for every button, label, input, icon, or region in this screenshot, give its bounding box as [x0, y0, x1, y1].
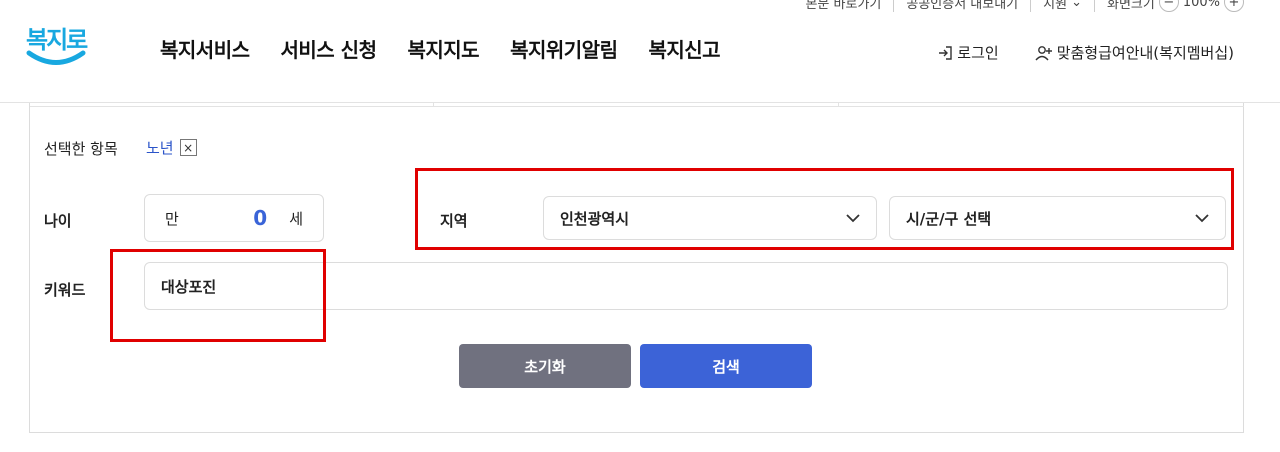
tab-divider — [838, 103, 839, 107]
nav-welfare-map[interactable]: 복지지도 — [407, 34, 479, 63]
export-certificate-link[interactable]: 공공인증서 내보내기 — [894, 0, 1032, 12]
selected-chip-elderly: 노년 × — [146, 137, 197, 158]
search-button[interactable]: 검색 — [640, 344, 812, 388]
panel-tab-strip — [30, 103, 1244, 107]
main-nav: 복지서비스 서비스 신청 복지지도 복지위기알림 복지신고 — [160, 34, 721, 63]
user-add-icon — [1035, 45, 1052, 60]
age-label: 나이 — [44, 212, 72, 230]
site-logo[interactable]: 복지로 — [26, 20, 88, 76]
age-suffix: 세 — [289, 209, 303, 228]
zoom-control: 화면크기 − 100% + — [1095, 0, 1244, 12]
chip-label: 노년 — [146, 139, 174, 157]
selected-items-label: 선택한 항목 — [44, 140, 118, 158]
membership-link[interactable]: 맞춤형급여안내(복지멤버십) — [1035, 42, 1234, 63]
login-link[interactable]: 로그인 — [937, 42, 999, 63]
keyword-highlight-box — [110, 249, 326, 342]
support-menu[interactable]: 지원 ⌄ — [1031, 0, 1095, 12]
skip-to-content-link[interactable]: 본문 바로가기 — [793, 0, 895, 12]
zoom-out-button[interactable]: − — [1158, 0, 1179, 12]
age-value: 0 — [253, 206, 268, 230]
nav-crisis-alert[interactable]: 복지위기알림 — [510, 34, 618, 63]
site-header: 본문 바로가기 공공인증서 내보내기 지원 ⌄ 화면크기 − 100% + 복지… — [0, 0, 1280, 103]
utility-bar: 본문 바로가기 공공인증서 내보내기 지원 ⌄ 화면크기 − 100% + — [793, 0, 1244, 12]
nav-service-application[interactable]: 서비스 신청 — [281, 34, 377, 63]
region-highlight-box — [415, 168, 1234, 250]
zoom-level: 100% — [1182, 0, 1220, 10]
membership-label: 맞춤형급여안내(복지멤버십) — [1056, 44, 1234, 62]
chip-remove-button[interactable]: × — [179, 139, 197, 156]
zoom-label: 화면크기 — [1106, 0, 1155, 12]
chevron-down-icon: ⌄ — [1071, 0, 1082, 10]
keyword-label: 키워드 — [44, 281, 86, 299]
age-input[interactable]: 만 0 세 — [144, 194, 324, 242]
support-label: 지원 — [1043, 0, 1068, 12]
login-label: 로그인 — [957, 44, 999, 62]
nav-welfare-services[interactable]: 복지서비스 — [160, 34, 250, 63]
login-icon — [939, 45, 952, 60]
reset-button[interactable]: 초기화 — [459, 344, 631, 388]
header-actions: 로그인 맞춤형급여안내(복지멤버십) — [937, 42, 1234, 63]
nav-welfare-report[interactable]: 복지신고 — [648, 34, 720, 63]
age-prefix: 만 — [165, 209, 179, 228]
zoom-in-button[interactable]: + — [1224, 0, 1244, 12]
logo-smile-icon — [26, 50, 86, 65]
tab-divider — [433, 103, 434, 107]
